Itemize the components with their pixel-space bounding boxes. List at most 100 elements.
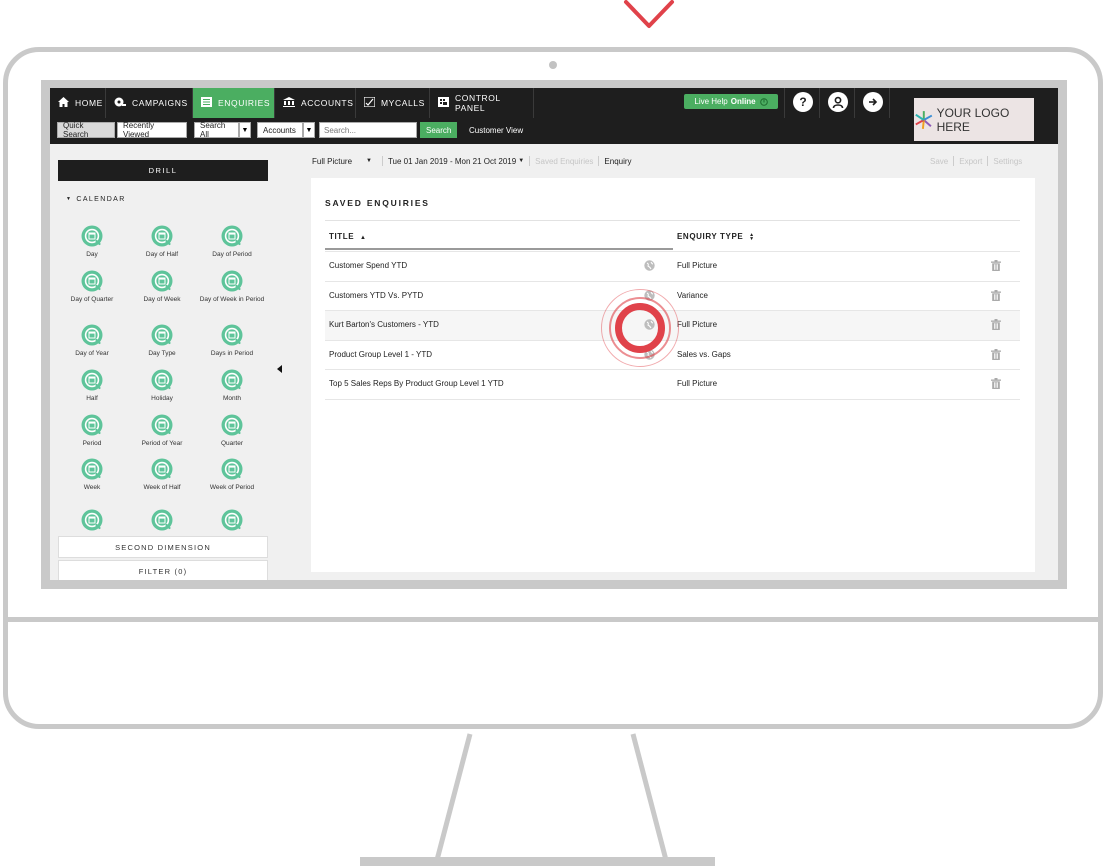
calendar-dimension-icon	[221, 414, 243, 436]
live-help-label: Live Help	[694, 97, 728, 106]
enquiry-title[interactable]: Top 5 Sales Reps By Product Group Level …	[329, 379, 504, 388]
enquiry-type: Variance	[677, 290, 708, 300]
toolbar-separator	[381, 156, 383, 166]
sort-both-icon: ▲ ▼	[749, 231, 755, 242]
search-type-dropdown[interactable]: ▼	[303, 122, 315, 138]
nav-home[interactable]: HOME	[50, 88, 106, 118]
toolbar-separator	[598, 156, 600, 166]
filter-bar[interactable]: FILTER (0)	[58, 560, 268, 580]
enquiry-title[interactable]: Kurt Barton's Customers - YTD	[329, 320, 439, 329]
search-type-select[interactable]: Accounts	[257, 122, 303, 138]
quick-search-tab[interactable]: Quick Search	[57, 121, 115, 139]
save-button[interactable]: Save	[930, 157, 948, 166]
divider	[325, 369, 1020, 370]
enquiry-title[interactable]: Product Group Level 1 - YTD	[329, 350, 432, 359]
nav-home-label: HOME	[75, 98, 103, 108]
calendar-dimension-icon	[151, 324, 173, 346]
calendar-dimension-icon	[151, 509, 173, 531]
calendar-dimension-icon	[81, 369, 103, 391]
nav-enquiries-label: ENQUIRIES	[218, 98, 271, 108]
saved-enquiries-link[interactable]: Saved Enquiries	[535, 157, 593, 166]
calendar-dimension-label: Half	[86, 395, 98, 402]
power-icon	[759, 97, 768, 106]
card-title: SAVED ENQUIRIES	[325, 198, 430, 208]
bank-icon	[283, 97, 295, 109]
toolbar-separator	[953, 156, 955, 166]
saved-enquiries-card: SAVED ENQUIRIES TITLE ▲ ENQUIRY TYPE ▲ ▼ …	[311, 178, 1035, 572]
home-icon	[58, 97, 69, 109]
user-profile-button[interactable]	[828, 92, 848, 112]
calendar-dimension-label: Period	[82, 440, 102, 447]
calendar-dimension-icon	[81, 414, 103, 436]
calendar-section-header[interactable]: ▼ CALENDAR	[66, 196, 126, 203]
sort-asc-icon: ▲	[360, 235, 367, 241]
toolbar-actions: Save Export Settings	[930, 155, 1022, 167]
help-button[interactable]: ?	[793, 92, 813, 112]
nav-mycalls[interactable]: MYCALLS	[356, 88, 430, 118]
type-column-label: ENQUIRY TYPE	[677, 232, 744, 241]
top-nav: HOME CAMPAIGNS ENQUIRIES ACCOUNTS MYCALL…	[50, 88, 1058, 118]
trash-icon[interactable]	[991, 378, 1001, 389]
live-help-button[interactable]: Live Help Online	[684, 94, 778, 109]
view-select[interactable]: Full Picture	[312, 157, 352, 166]
calendar-dimension-label: Day Type	[148, 350, 176, 357]
calendar-dimension-icon	[221, 324, 243, 346]
calendar-dimension-icon	[221, 225, 243, 247]
date-range-select[interactable]: Tue 01 Jan 2019 - Mon 21 Oct 2019	[388, 157, 516, 166]
toolbar-separator	[987, 156, 989, 166]
caret-down-icon[interactable]: ▼	[518, 158, 524, 164]
drill-header[interactable]: DRILL	[58, 160, 268, 181]
nav-accounts[interactable]: ACCOUNTS	[275, 88, 356, 118]
enquiry-title[interactable]: Customer Spend YTD	[329, 261, 407, 270]
nav-separator	[854, 88, 855, 118]
type-column-header[interactable]: ENQUIRY TYPE ▲ ▼	[677, 232, 755, 241]
collapse-panel-arrow-icon[interactable]	[277, 365, 282, 373]
help-icon: ?	[799, 95, 807, 109]
export-button[interactable]: Export	[959, 157, 982, 166]
customer-view-link[interactable]: Customer View	[469, 122, 523, 138]
live-help-status: Online	[730, 97, 756, 106]
star-logo-icon	[915, 110, 933, 129]
logout-button[interactable]	[863, 92, 883, 112]
search-scope-dropdown[interactable]: ▼	[239, 122, 251, 138]
globe-share-icon[interactable]	[644, 260, 655, 271]
enquiry-title[interactable]: Customers YTD Vs. PYTD	[329, 291, 423, 300]
nav-control-panel[interactable]: CONTROL PANEL	[430, 88, 534, 118]
trash-icon[interactable]	[991, 348, 1001, 360]
calendar-dimension-label: Holiday	[151, 395, 173, 402]
company-logo: YOUR LOGO HERE	[914, 98, 1034, 141]
calendar-dimension-icon	[221, 509, 243, 531]
drill-panel: DRILL ▼ CALENDAR Day Day of Half Day of Per…	[50, 144, 275, 580]
calendar-dimension-label: Quarter	[220, 440, 244, 447]
title-column-header[interactable]: TITLE ▲	[329, 232, 367, 241]
app-screen: HOME CAMPAIGNS ENQUIRIES ACCOUNTS MYCALL…	[50, 88, 1058, 580]
calendar-dimension-icon	[81, 509, 103, 531]
calendar-dimension-icon	[151, 225, 173, 247]
second-dimension-bar[interactable]: SECOND DIMENSION	[58, 536, 268, 558]
settings-button[interactable]: Settings	[993, 157, 1022, 166]
calendar-dimension-icon	[81, 270, 103, 292]
campaigns-icon	[114, 97, 126, 110]
enquiry-link[interactable]: Enquiry	[604, 157, 631, 166]
search-button[interactable]: Search	[420, 122, 458, 138]
toolbar-separator	[529, 156, 531, 166]
divider	[325, 251, 1020, 252]
nav-campaigns[interactable]: CAMPAIGNS	[106, 88, 193, 118]
calendar-dimension-label: Day of Quarter	[70, 296, 114, 303]
caret-down-icon[interactable]: ▼	[366, 158, 372, 164]
title-column-label: TITLE	[329, 232, 355, 241]
trash-icon[interactable]	[991, 289, 1001, 301]
calendar-dimension-label: Day of Period	[212, 251, 252, 258]
logo-text: YOUR LOGO HERE	[936, 105, 1010, 134]
recently-viewed-tab[interactable]: Recently Viewed	[117, 121, 187, 139]
calendar-dimension-icon	[151, 458, 173, 480]
calendar-dimension-icon	[81, 225, 103, 247]
search-input[interactable]: Search...	[319, 122, 417, 138]
calendar-dimension-label: Day	[86, 251, 98, 258]
search-scope-select[interactable]: Search All	[194, 121, 239, 139]
trash-icon[interactable]	[991, 319, 1001, 330]
enquiries-icon	[201, 97, 212, 109]
trash-icon[interactable]	[991, 260, 1001, 271]
grid-icon	[438, 97, 449, 109]
nav-enquiries[interactable]: ENQUIRIES	[193, 88, 275, 118]
